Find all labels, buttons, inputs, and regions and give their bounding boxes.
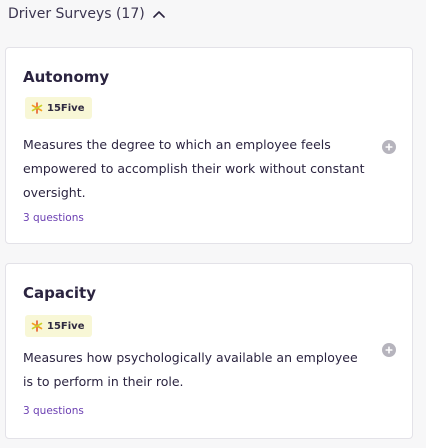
provider-badge: 15Five [25, 315, 93, 337]
survey-title: Autonomy [23, 68, 110, 86]
survey-description: Measures how psychologically available a… [23, 350, 358, 389]
survey-card[interactable]: Capacity 15Five Measures how psychologic… [5, 263, 413, 439]
chevron-up-icon[interactable] [151, 6, 167, 22]
provider-badge: 15Five [25, 97, 93, 119]
badge-label: 15Five [47, 320, 85, 332]
badge-label: 15Five [47, 102, 85, 114]
question-count: 3 questions [23, 405, 84, 417]
star-logo-icon [31, 102, 43, 114]
section-title: Driver Surveys (17) [8, 6, 145, 22]
survey-card[interactable]: Autonomy 15Five Measures the degree to w… [5, 47, 413, 244]
question-count: 3 questions [23, 212, 84, 224]
star-logo-icon [31, 320, 43, 332]
info-icon[interactable] [382, 140, 396, 154]
survey-description: Measures the degree to which an employee… [23, 137, 365, 200]
survey-title: Capacity [23, 284, 96, 302]
info-icon[interactable] [382, 343, 396, 357]
section-toggle[interactable]: Driver Surveys (17) [8, 6, 167, 22]
